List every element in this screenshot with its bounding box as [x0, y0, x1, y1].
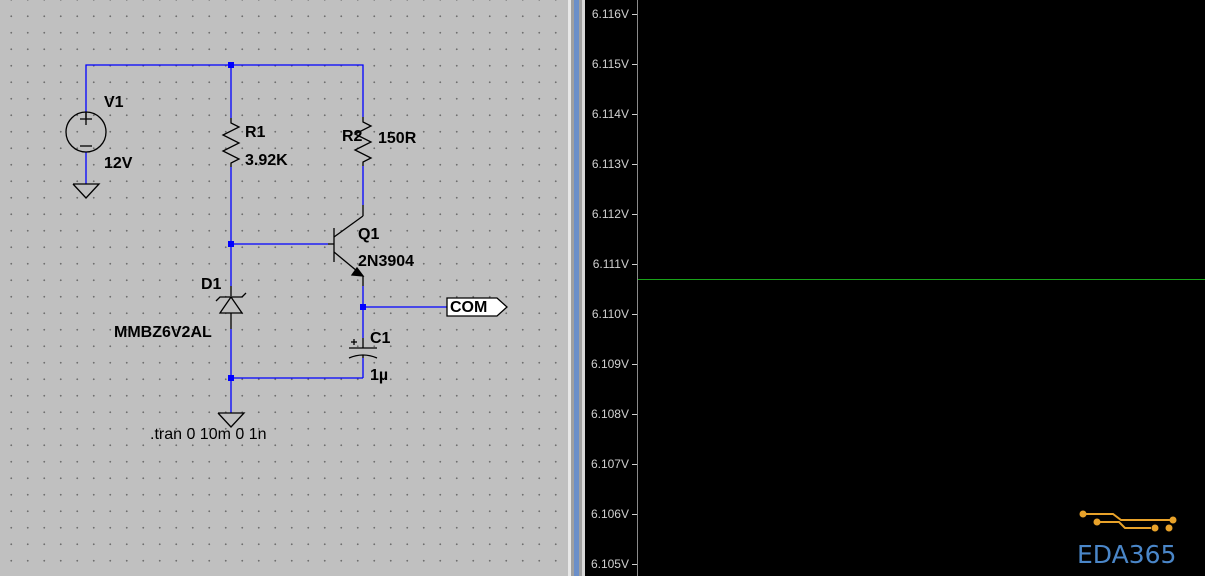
y-tick-label: 6.112V: [592, 207, 638, 221]
c1-name[interactable]: C1: [370, 330, 391, 347]
v1-name[interactable]: V1: [104, 94, 124, 111]
waveform-trace[interactable]: [638, 279, 1205, 280]
junction-dot: [360, 304, 366, 310]
y-tick-label: 6.110V: [592, 307, 638, 321]
y-tick-label: 6.108V: [591, 407, 638, 421]
circuit-trace-icon: [1079, 510, 1177, 532]
r2-value[interactable]: 150R: [378, 130, 417, 147]
y-tick-label: 6.105V: [591, 557, 638, 571]
r1-resistor-symbol[interactable]: [221, 118, 241, 167]
y-tick-label: 6.107V: [591, 457, 638, 471]
waveform-viewer[interactable]: 6.116V 6.115V 6.114V 6.113V 6.112V 6.111V 6.11…: [585, 0, 1205, 576]
junction-dot: [228, 62, 234, 68]
y-tick-label: 6.109V: [591, 357, 638, 371]
junction-dot: [228, 241, 234, 247]
spice-directive[interactable]: .tran 0 10m 0 1n: [150, 426, 267, 443]
schematic-editor[interactable]: COM V1 12V R1 3.92K R2 150R Q1 2N3904 D1…: [0, 0, 568, 576]
junctions: [228, 62, 366, 381]
q1-value[interactable]: 2N3904: [358, 253, 414, 270]
com-net-label-text[interactable]: COM: [450, 299, 487, 316]
ground-symbol: [217, 412, 246, 428]
splitter-edge: [568, 0, 571, 576]
schematic-canvas[interactable]: COM V1 12V R1 3.92K R2 150R Q1 2N3904 D1…: [0, 0, 568, 576]
q1-transistor-symbol[interactable]: [328, 205, 365, 286]
y-tick-label: 6.106V: [591, 507, 638, 521]
junction-dot: [228, 375, 234, 381]
q1-name[interactable]: Q1: [358, 226, 379, 243]
eda365-watermark: EDA365: [1077, 506, 1195, 572]
r2-name[interactable]: R2: [342, 128, 363, 145]
ground-symbol: [72, 183, 101, 199]
y-tick-label: 6.114V: [592, 107, 638, 121]
wires[interactable]: [85, 64, 447, 413]
ground-symbols: [72, 183, 246, 428]
r1-name[interactable]: R1: [245, 124, 266, 141]
d1-value[interactable]: MMBZ6V2AL: [114, 324, 212, 341]
r1-value[interactable]: 3.92K: [245, 152, 288, 169]
wire-top-rail[interactable]: [85, 64, 364, 117]
y-tick-label: 6.113V: [592, 157, 638, 171]
c1-value[interactable]: 1µ: [370, 367, 388, 384]
v1-source-symbol[interactable]: [65, 111, 107, 153]
v1-value[interactable]: 12V: [104, 155, 133, 172]
y-tick-label: 6.116V: [592, 7, 638, 21]
pane-splitter[interactable]: [568, 0, 585, 576]
y-axis[interactable]: 6.116V 6.115V 6.114V 6.113V 6.112V 6.111V 6.11…: [585, 0, 638, 576]
splitter-bar[interactable]: [574, 0, 579, 576]
y-tick-label: 6.115V: [592, 57, 638, 71]
watermark-text: EDA365: [1077, 540, 1177, 569]
y-tick-label: 6.111V: [593, 257, 638, 271]
d1-name[interactable]: D1: [201, 276, 222, 293]
com-net-label[interactable]: COM: [446, 297, 508, 317]
